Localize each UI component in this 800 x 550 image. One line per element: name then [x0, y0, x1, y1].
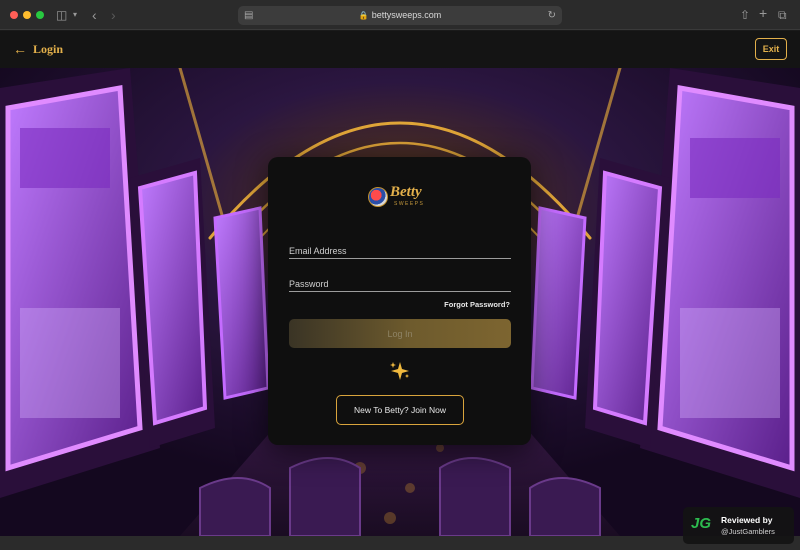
brand-logo: Betty SWEEPS: [368, 184, 432, 210]
password-field-wrapper: [289, 274, 511, 293]
browser-toolbar: ◫ ▾ ‹ › ▤ 🔒 bettysweeps.com ↻ ⇧ + ⧉: [0, 0, 800, 30]
login-modal: Betty SWEEPS Forgot Password? Log In New…: [268, 157, 531, 445]
back-nav-icon[interactable]: ‹: [92, 7, 97, 23]
forward-nav-icon[interactable]: ›: [111, 7, 116, 23]
close-window-button[interactable]: [10, 11, 18, 19]
page-title: Login: [33, 42, 64, 56]
sparkle-icon: [390, 362, 409, 380]
share-icon[interactable]: ⇧: [740, 7, 750, 23]
sidebar-toggle-icon[interactable]: ◫: [56, 7, 67, 23]
tabs-overview-icon[interactable]: ⧉: [778, 7, 787, 23]
email-field-wrapper: [289, 241, 511, 260]
lock-icon: 🔒: [358, 11, 369, 20]
minimize-window-button[interactable]: [23, 11, 31, 19]
maximize-window-button[interactable]: [36, 11, 44, 19]
site-header: ← Login Exit: [0, 31, 800, 68]
justgamblers-logo-icon: JG: [691, 515, 712, 532]
join-now-button[interactable]: New To Betty? Join Now: [336, 395, 464, 425]
address-bar[interactable]: ▤ 🔒 bettysweeps.com ↻: [238, 6, 562, 25]
reader-icon[interactable]: ▤: [244, 6, 253, 25]
reviewer-handle: @JustGamblers: [721, 527, 775, 536]
logo-subtitle: SWEEPS: [394, 201, 425, 207]
logo-badge-icon: [368, 187, 388, 207]
exit-button[interactable]: Exit: [755, 38, 787, 60]
reload-icon[interactable]: ↻: [548, 6, 556, 25]
back-arrow-icon[interactable]: ←: [13, 40, 27, 58]
new-tab-icon[interactable]: +: [759, 5, 767, 21]
forgot-password-link[interactable]: Forgot Password?: [444, 300, 510, 309]
chevron-down-icon[interactable]: ▾: [73, 7, 77, 23]
login-button[interactable]: Log In: [289, 319, 511, 348]
email-input[interactable]: [289, 242, 511, 260]
reviewed-by-label: Reviewed by: [721, 515, 773, 525]
password-input[interactable]: [289, 275, 511, 293]
url-text: bettysweeps.com: [371, 10, 442, 20]
window-bottom-bar: [0, 536, 800, 550]
reviewed-by-badge[interactable]: JG Reviewed by @JustGamblers: [683, 507, 794, 544]
logo-name: Betty: [390, 184, 422, 200]
